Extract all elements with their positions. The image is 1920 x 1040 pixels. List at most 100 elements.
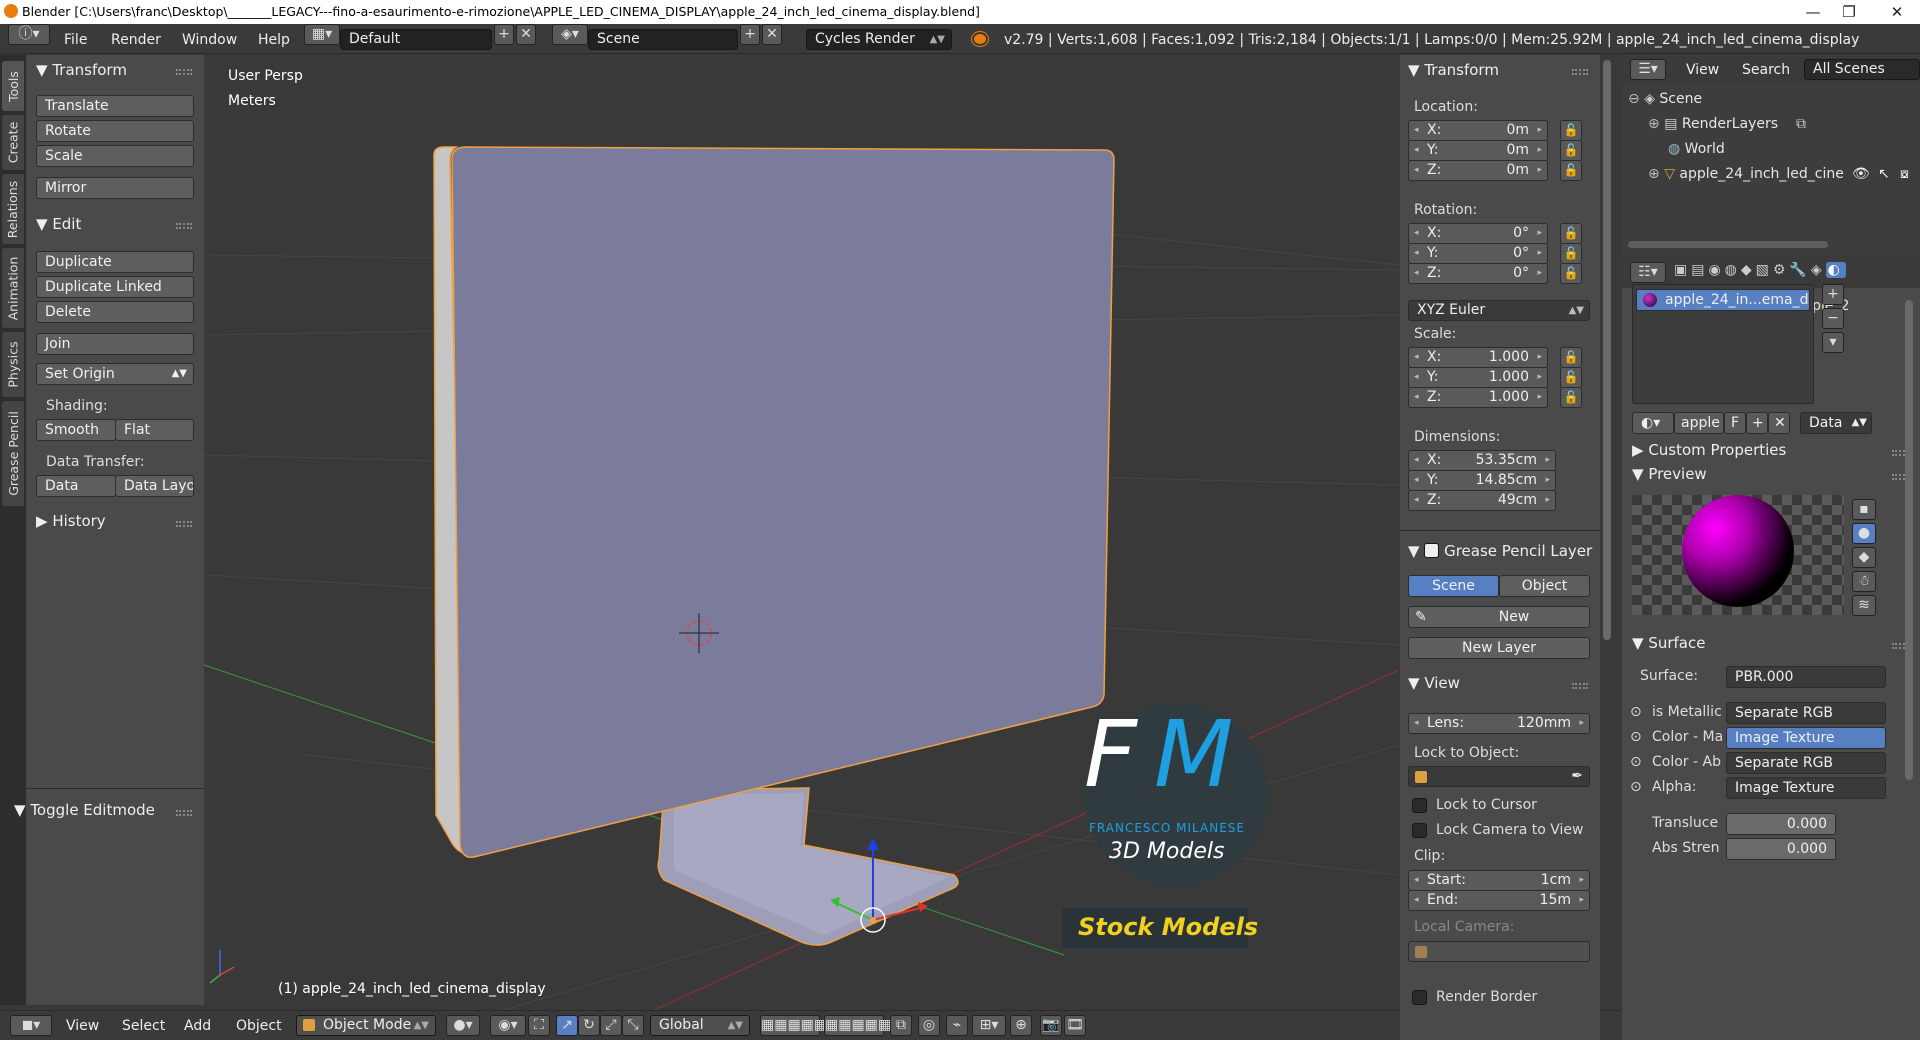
- material-slot-item[interactable]: apple_24_in...ema_display: [1636, 289, 1810, 311]
- rotation-mode-dropdown[interactable]: XYZ Euler ▲▼: [1408, 300, 1590, 321]
- eyedropper-icon[interactable]: ✒: [1571, 767, 1583, 786]
- dimension-field-x[interactable]: ◂ X: 53.35cm ▸: [1408, 450, 1556, 471]
- fake-user-button[interactable]: F: [1724, 412, 1746, 434]
- grip-icon[interactable]: [1572, 69, 1588, 75]
- editor-type-button[interactable]: ⓘ▾: [8, 24, 50, 45]
- layers-grid-2[interactable]: ▦▦▦▦▦: [824, 1015, 891, 1036]
- menu-window[interactable]: Window: [182, 32, 237, 48]
- material-name-field[interactable]: apple: [1674, 412, 1724, 434]
- outliner-menu-view[interactable]: View: [1686, 62, 1719, 78]
- scale-manipulator-toggle[interactable]: ⤡: [622, 1015, 644, 1036]
- custom-properties-header[interactable]: ▶ Custom Properties: [1632, 441, 1786, 463]
- monitor-back[interactable]: [451, 146, 1115, 858]
- grip-icon[interactable]: [176, 521, 192, 527]
- tab-animation[interactable]: Animation: [2, 248, 24, 328]
- render-engine-dropdown[interactable]: Cycles Render ▲▼: [806, 29, 952, 50]
- snap-toggle[interactable]: ⌁: [946, 1015, 968, 1036]
- render-border-checkbox[interactable]: [1412, 990, 1427, 1005]
- tab-relations[interactable]: Relations: [2, 174, 24, 244]
- flat-button[interactable]: Flat: [115, 419, 194, 441]
- rotation-field-x[interactable]: ◂ X: 0° ▸: [1408, 223, 1548, 244]
- n-transform-header[interactable]: ▼ Transform: [1408, 61, 1499, 83]
- new-material-button[interactable]: +: [1746, 412, 1768, 434]
- snap-target-button[interactable]: ⊕: [1010, 1015, 1032, 1036]
- preview-hair-button[interactable]: ≋: [1852, 595, 1876, 616]
- scale-field-z[interactable]: ◂ Z: 1.000 ▸: [1408, 387, 1548, 408]
- location-lock-icon[interactable]: 🔓: [1560, 120, 1582, 141]
- scale-manipulator-toggle[interactable]: ⤢: [600, 1015, 622, 1036]
- rotation-lock-icon[interactable]: 🔓: [1560, 263, 1582, 284]
- location-field-x[interactable]: ◂ X: 0m ▸: [1408, 120, 1548, 141]
- translucence-field[interactable]: 0.000: [1726, 813, 1836, 835]
- duplicate-linked-button[interactable]: Duplicate Linked: [36, 276, 194, 298]
- grip-icon[interactable]: [1572, 683, 1588, 689]
- mirror-button[interactable]: Mirror: [36, 177, 194, 199]
- close-button[interactable]: ✕: [1874, 0, 1920, 24]
- scene-dropdown[interactable]: Scene: [588, 29, 738, 50]
- translate-manipulator-toggle[interactable]: ↗: [556, 1015, 578, 1036]
- clip-start-field[interactable]: ◂ Start: 1cm ▸: [1408, 870, 1590, 891]
- menu-help[interactable]: Help: [258, 32, 290, 48]
- dimension-field-y[interactable]: ◂ Y: 14.85cm ▸: [1408, 470, 1556, 491]
- preview-header[interactable]: ▼ Preview: [1632, 465, 1707, 487]
- preview-monkey-button[interactable]: ☃: [1852, 571, 1876, 592]
- preview-sphere-button[interactable]: ●: [1852, 523, 1876, 544]
- socket-link-icon[interactable]: ⊙: [1630, 754, 1642, 770]
- edit-panel-header[interactable]: ▼ Edit: [36, 215, 81, 237]
- pivot-button[interactable]: ◉▾: [490, 1015, 526, 1036]
- remove-layout-button[interactable]: ✕: [516, 24, 536, 45]
- transform-panel-header[interactable]: ▼ Transform: [36, 61, 127, 83]
- slot-menu-button[interactable]: ▾: [1822, 332, 1844, 353]
- unlink-material-button[interactable]: ✕: [1768, 412, 1790, 434]
- tab-create[interactable]: Create: [2, 115, 24, 170]
- remove-slot-button[interactable]: −: [1822, 308, 1844, 329]
- shading-mode-button[interactable]: ●▾: [446, 1015, 480, 1036]
- scale-button[interactable]: Scale: [36, 145, 194, 167]
- shader-input-dropdown[interactable]: Separate RGB: [1726, 702, 1886, 724]
- scale-lock-icon[interactable]: 🔓: [1560, 387, 1582, 408]
- surface-header[interactable]: ▼ Surface: [1632, 634, 1705, 656]
- grip-icon[interactable]: [176, 69, 192, 75]
- tab-grease-pencil[interactable]: Grease Pencil: [2, 401, 24, 506]
- scale-field-x[interactable]: ◂ X: 1.000 ▸: [1408, 347, 1548, 368]
- grease-pencil-checkbox[interactable]: [1424, 543, 1440, 558]
- layout-icon-button[interactable]: ▦▾: [304, 24, 340, 45]
- expand-icon[interactable]: ⊕: [1648, 116, 1664, 132]
- maximize-button[interactable]: ❐: [1826, 0, 1872, 24]
- layers-grid-1[interactable]: ▦▦▦▦▦: [760, 1015, 827, 1036]
- data-transfer-button[interactable]: Data: [36, 475, 116, 497]
- operator-panel-header[interactable]: ▼ Toggle Editmode: [14, 801, 155, 823]
- duplicate-button[interactable]: Duplicate: [36, 251, 194, 273]
- outliner-menu-search[interactable]: Search: [1742, 62, 1790, 78]
- outliner-scrollbar[interactable]: [1628, 241, 1828, 248]
- smooth-button[interactable]: Smooth: [36, 419, 116, 441]
- lock-to-cursor-checkbox[interactable]: [1412, 798, 1427, 813]
- shader-input-dropdown[interactable]: Image Texture: [1726, 727, 1886, 749]
- outliner-item-renderlayers[interactable]: ⊕ ▤ RenderLayers ⧉: [1648, 116, 1806, 136]
- lock-layers-button[interactable]: ⧉: [890, 1015, 912, 1036]
- orientation-dropdown[interactable]: Global ▲▼: [650, 1015, 750, 1036]
- add-layout-button[interactable]: +: [494, 24, 514, 45]
- socket-link-icon[interactable]: ⊙: [1630, 729, 1642, 745]
- selectable-cursor-icon[interactable]: ↖: [1878, 166, 1890, 182]
- outliner-editor-type-button[interactable]: ☰▾: [1630, 59, 1666, 80]
- link-dropdown[interactable]: Data ▲▼: [1800, 412, 1872, 434]
- delete-button[interactable]: Delete: [36, 301, 194, 323]
- grip-icon[interactable]: [176, 810, 192, 816]
- grease-object-tab[interactable]: Object: [1499, 575, 1590, 597]
- add-scene-button[interactable]: +: [740, 24, 760, 45]
- history-panel-header[interactable]: ▶ History: [36, 512, 106, 534]
- rotation-lock-icon[interactable]: 🔓: [1560, 223, 1582, 244]
- grease-new-button[interactable]: ✎ New: [1408, 606, 1590, 628]
- layout-dropdown[interactable]: Default: [340, 29, 492, 50]
- mode-dropdown[interactable]: Object Mode ▲▼: [296, 1015, 436, 1036]
- join-button[interactable]: Join: [36, 333, 194, 355]
- renderable-camera-icon[interactable]: ⧇: [1900, 166, 1909, 182]
- grease-pencil-header[interactable]: ▼ Grease Pencil Layer: [1408, 541, 1592, 563]
- scene-icon-button[interactable]: ◈▾: [552, 24, 588, 45]
- outliner-display-dropdown[interactable]: All Scenes: [1804, 59, 1920, 80]
- expand-icon[interactable]: ⊕: [1648, 166, 1664, 182]
- outliner-item-world[interactable]: ◍ World: [1668, 141, 1725, 161]
- scale-lock-icon[interactable]: 🔓: [1560, 367, 1582, 388]
- menu-add[interactable]: Add: [184, 1018, 211, 1034]
